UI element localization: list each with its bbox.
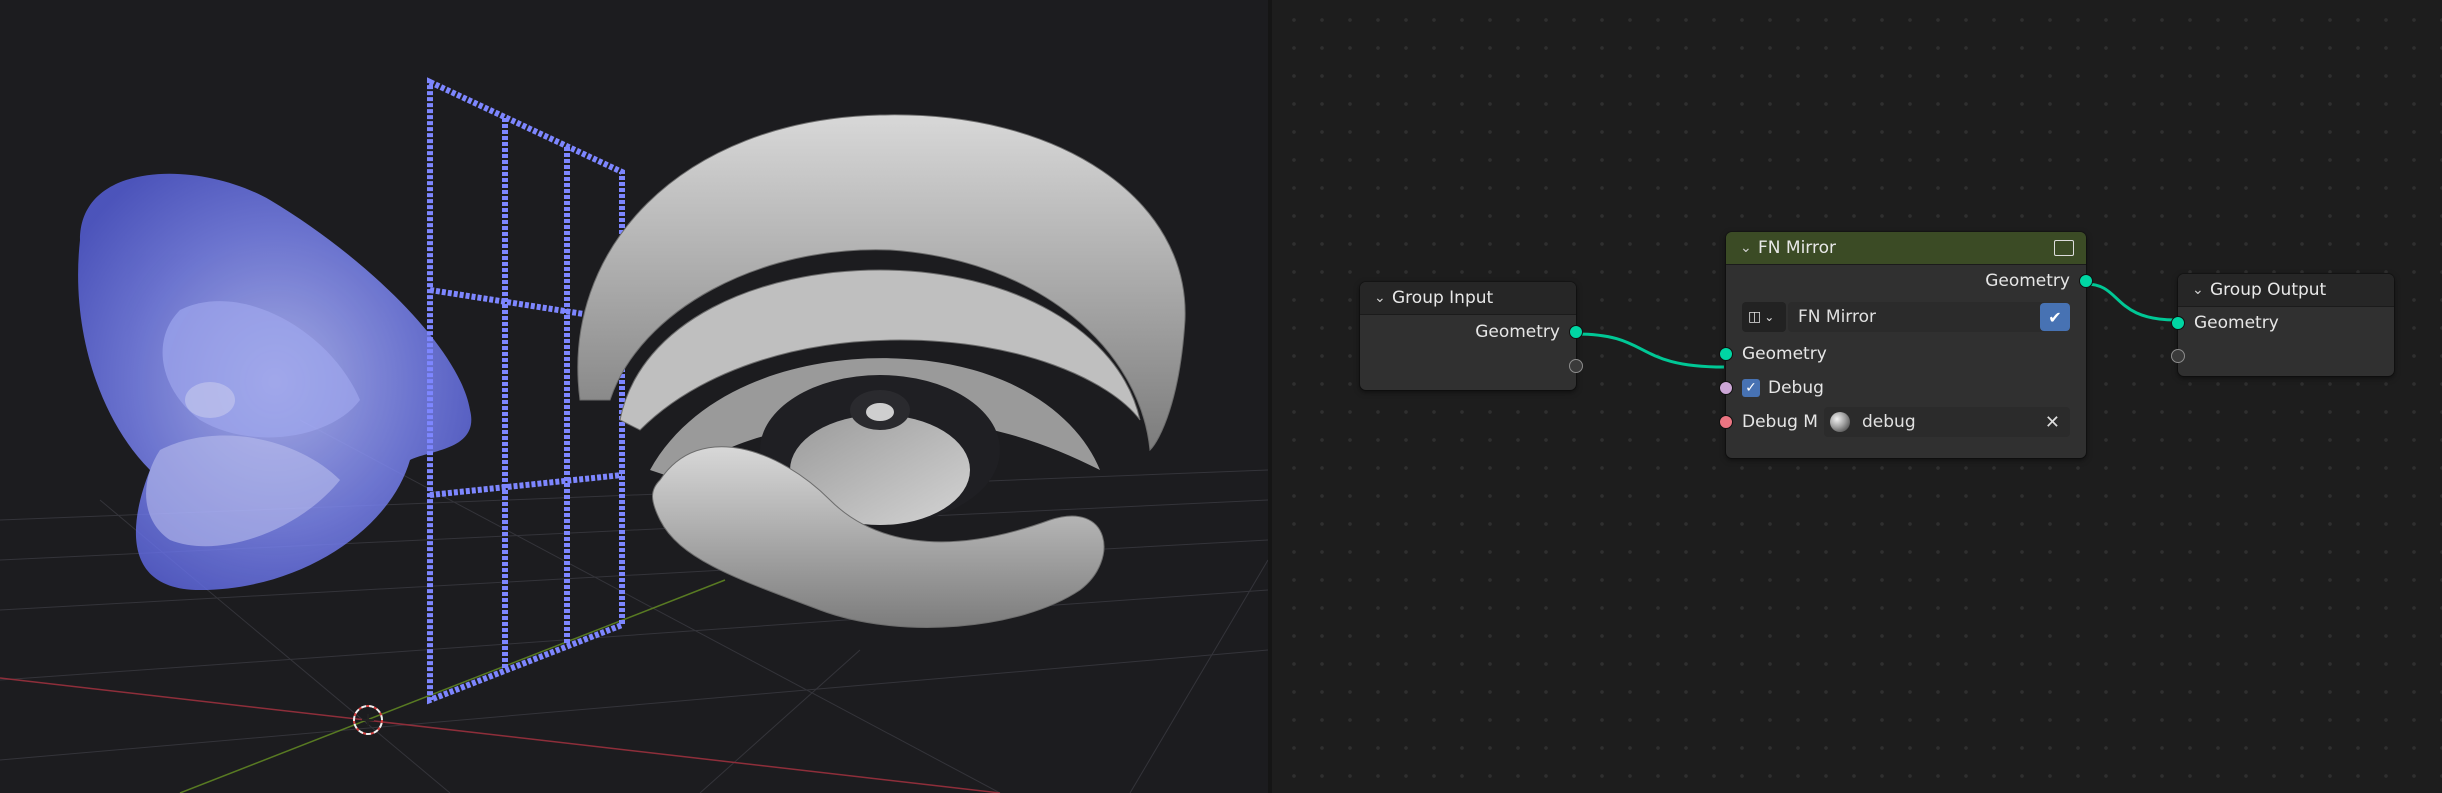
link-groupinput-to-fnmirror [1575,332,1725,369]
viewport-scene[interactable] [0,0,1268,793]
debug-checkbox[interactable]: ✓ [1742,379,1760,397]
input-row-debug: ✓ Debug [1719,371,2086,405]
geometry-socket[interactable] [1569,325,1583,339]
input-row-geometry: Geometry [1719,337,2086,371]
empty-socket[interactable] [1569,359,1583,373]
x-axis-line [0,677,1001,793]
socket-label: Geometry [2194,313,2279,333]
node-group-name: FN Mirror [1798,307,1876,327]
chevron-down-icon[interactable]: ⌄ [1740,240,1758,256]
node-tree-icon: ◫ [1748,309,1762,325]
y-axis-line [179,579,726,793]
datablock-row: ◫ ⌄ FN Mirror ✔ [1726,297,2086,337]
input-row-geometry: Geometry [2171,307,2394,339]
input-row-empty [2171,339,2394,373]
chevron-down-icon: ⌄ [1764,310,1775,324]
output-row-geometry: Geometry [1726,265,2093,297]
geometry-input-socket[interactable] [1719,347,1733,361]
3d-cursor-icon [353,705,383,735]
eye-object [577,114,1186,628]
empty-socket[interactable] [2171,349,2185,363]
chevron-down-icon[interactable]: ⌄ [1374,290,1392,306]
output-row-empty [1360,349,1583,383]
fn-mirror-header[interactable]: ⌄ FN Mirror [1726,232,2086,265]
material-name: debug [1862,412,1916,432]
node-title: Group Input [1392,288,1494,308]
link-fnmirror-to-groupoutput [2085,282,2177,322]
fake-user-button[interactable]: ✔ [2040,303,2070,331]
group-input-header[interactable]: ⌄ Group Input [1360,282,1576,315]
node-editor[interactable]: ⌄ Group Input Geometry ⌄ FN Mirror Geome… [1272,0,2442,793]
mirrored-object [78,173,472,590]
3d-viewport[interactable] [0,0,1268,793]
group-input-node[interactable]: ⌄ Group Input Geometry [1360,282,1583,390]
node-group-browse-button[interactable]: ◫ ⌄ [1742,302,1786,332]
close-icon[interactable]: ✕ [2045,412,2060,433]
checkbox-label: Debug [1768,378,1824,398]
input-row-debug-material: Debug M debug ✕ [1719,405,2086,439]
socket-label: Geometry [1475,322,1560,342]
geometry-output-socket[interactable] [2079,274,2093,288]
chevron-down-icon[interactable]: ⌄ [2192,282,2210,298]
node-group-icon[interactable] [2054,240,2074,256]
group-output-header[interactable]: ⌄ Group Output [2178,274,2394,307]
debug-material-field[interactable]: debug ✕ [1824,407,2070,437]
group-output-node[interactable]: ⌄ Group Output Geometry [2171,274,2394,376]
material-socket[interactable] [1719,415,1733,429]
geometry-socket[interactable] [2171,316,2185,330]
boolean-socket[interactable] [1719,381,1733,395]
socket-label: Geometry [1742,344,1827,364]
node-title: FN Mirror [1758,238,1836,258]
socket-label: Debug M [1742,412,1818,432]
output-row-geometry: Geometry [1360,315,1583,349]
socket-label: Geometry [1985,271,2070,291]
node-title: Group Output [2210,280,2327,300]
node-group-name-field[interactable]: FN Mirror [1788,302,2046,332]
material-sphere-icon [1830,412,1850,432]
fn-mirror-node[interactable]: ⌄ FN Mirror Geometry ◫ ⌄ FN Mirror ✔ Geo… [1719,232,2093,458]
shield-check-icon: ✔ [2048,307,2062,327]
